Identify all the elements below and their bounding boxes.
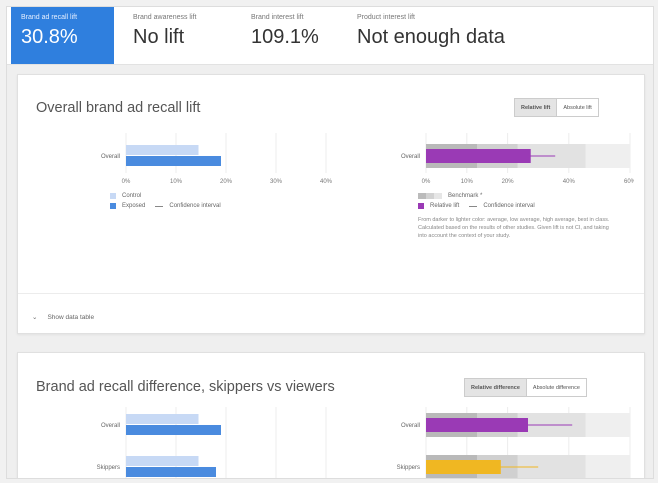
absolute-difference-button[interactable]: Absolute difference: [525, 379, 586, 396]
category-label: Overall: [101, 154, 120, 160]
category-label: Overall: [401, 154, 420, 160]
control-swatch: [110, 193, 116, 199]
metric-value: 109.1%: [251, 26, 319, 48]
metric-label: Brand ad recall lift: [21, 14, 78, 21]
exposed-swatch: [110, 203, 116, 209]
category-label: Skippers: [397, 465, 420, 471]
right-legend: Benchmark * Relative lift Confidence inte…: [418, 191, 535, 211]
tick-label: 10%: [461, 179, 474, 185]
show-data-table-label: Show data table: [47, 314, 95, 321]
skippers-control-exposed-chart: Overall Skippers: [97, 407, 327, 478]
metric-bar: Brand ad recall lift 30.8% Brand awarene…: [7, 7, 653, 65]
relative-lift-chart: Overall 0% 10% 20% 40% 60%: [401, 133, 634, 185]
control-bar: [126, 456, 199, 466]
legend-ci: Confidence interval: [169, 203, 221, 209]
legend-ci: Confidence interval: [483, 203, 535, 209]
benchmark-band: [585, 413, 630, 437]
tick-label: 60%: [624, 179, 634, 185]
tick-label: 30%: [270, 179, 283, 185]
tick-label: 10%: [170, 179, 183, 185]
tick-label: 0%: [422, 179, 431, 185]
show-data-table-button[interactable]: ⌄ Show data table: [32, 313, 94, 321]
ci-dash-icon: [155, 205, 164, 207]
legend-exposed: Exposed: [122, 203, 146, 209]
exposed-bar: [126, 156, 221, 166]
metric-value: 30.8%: [21, 26, 78, 48]
benchmark-note: From darker to lighter color: average, l…: [418, 217, 610, 239]
tick-label: 0%: [122, 179, 131, 185]
tick-label: 20%: [502, 179, 515, 185]
legend-control: Control: [122, 193, 142, 199]
metric-tab-brand-ad-recall[interactable]: Brand ad recall lift 30.8%: [11, 7, 114, 64]
tick-label: 20%: [220, 179, 233, 185]
category-label: Skippers: [97, 465, 120, 471]
category-label: Overall: [101, 423, 120, 429]
metric-label: Brand awareness lift: [133, 14, 197, 21]
relative-lift-button[interactable]: Relative lift: [515, 99, 557, 116]
card-title: Overall brand ad recall lift: [36, 100, 201, 116]
legend-relative-lift: Relative lift: [430, 203, 460, 209]
metric-tab-product-interest[interactable]: Product interest lift Not enough data: [347, 7, 527, 64]
exposed-bar: [126, 467, 216, 477]
benchmark-swatch: [418, 193, 442, 199]
left-legend: Control Exposed Confidence interval: [110, 191, 221, 211]
exposed-bar: [126, 425, 221, 435]
tick-label: 40%: [320, 179, 333, 185]
metric-tab-brand-awareness[interactable]: Brand awareness lift No lift: [123, 7, 233, 64]
absolute-lift-button[interactable]: Absolute lift: [556, 99, 597, 116]
metric-value: No lift: [133, 26, 185, 48]
legend-benchmark: Benchmark *: [448, 193, 483, 199]
benchmark-band: [585, 144, 630, 168]
app-frame: Brand ad recall lift 30.8% Brand awarene…: [6, 6, 654, 479]
metric-value: Not enough data: [357, 26, 505, 48]
skippers-viewers-card: Brand ad recall difference, skippers vs …: [17, 352, 645, 478]
category-label: Overall: [401, 423, 420, 429]
lift-swatch: [418, 203, 424, 209]
overall-lift-card: Overall brand ad recall lift Relative li…: [17, 74, 645, 334]
card-title: Brand ad recall difference, skippers vs …: [36, 379, 335, 395]
control-bar: [126, 414, 199, 424]
metric-tab-brand-interest[interactable]: Brand interest lift 109.1%: [241, 7, 351, 64]
lift-toggle: Relative lift Absolute lift: [514, 98, 599, 117]
control-bar: [126, 145, 199, 155]
ci-dash-icon: [469, 205, 478, 207]
control-exposed-chart: Overall 0% 10% 20% 30% 40%: [101, 133, 333, 185]
metric-label: Product interest lift: [357, 14, 415, 21]
metric-label: Brand interest lift: [251, 14, 304, 21]
relative-difference-button[interactable]: Relative difference: [465, 379, 526, 396]
tick-label: 40%: [563, 179, 576, 185]
chevron-down-icon: ⌄: [32, 314, 38, 321]
benchmark-band: [585, 455, 630, 478]
difference-toggle: Relative difference Absolute difference: [464, 378, 587, 397]
divider: [18, 293, 644, 294]
skippers-difference-chart: Overall Skippers: [397, 407, 631, 478]
